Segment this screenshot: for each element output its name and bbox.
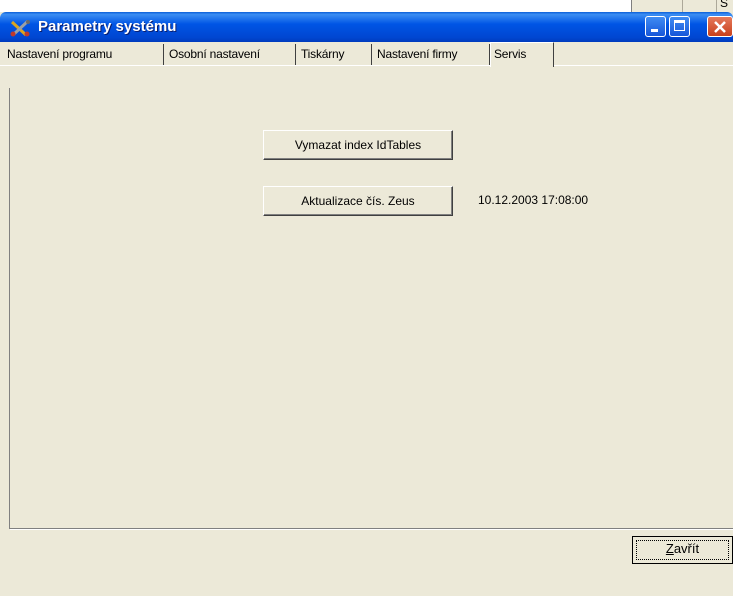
tab-label: Nastavení programu (7, 47, 113, 61)
background-window-text: S (720, 0, 729, 10)
tab-tiskarny[interactable]: Tiskárny (298, 44, 372, 65)
close-button[interactable]: Zavřít (632, 536, 733, 564)
maximize-icon (674, 20, 685, 31)
tab-osobni-nastaveni[interactable]: Osobní nastavení (166, 44, 296, 65)
panel-divider-bottom (10, 528, 733, 530)
window-title: Parametry systému (38, 18, 177, 35)
close-button-label: Zavřít (665, 541, 700, 556)
tab-nastaveni-programu[interactable]: Nastavení programu (4, 44, 164, 65)
background-cell-divider (682, 0, 683, 12)
close-icon (714, 21, 726, 33)
minimize-icon (651, 29, 658, 32)
tab-label: Nastavení firmy (377, 47, 458, 61)
tab-strip: Nastavení programu Osobní nastavení Tisk… (0, 42, 733, 67)
update-zeus-button[interactable]: Aktualizace čís. Zeus (263, 186, 453, 216)
title-bar[interactable]: Parametry systému (0, 12, 733, 42)
maximize-button[interactable] (669, 16, 690, 37)
background-cell-divider (716, 0, 717, 12)
tab-label: Tiskárny (301, 47, 345, 61)
servis-tab-panel: Vymazat index IdTables Aktualizace čís. … (0, 66, 733, 558)
tools-icon (10, 19, 32, 37)
minimize-button[interactable] (645, 16, 666, 37)
clear-index-button[interactable]: Vymazat index IdTables (263, 130, 453, 160)
system-parameters-dialog: Parametry systému Nastavení programu Oso… (0, 12, 733, 596)
panel-divider-left (9, 88, 10, 529)
tab-label: Osobní nastavení (169, 47, 260, 61)
close-window-button[interactable] (707, 16, 733, 37)
tab-nastaveni-firmy[interactable]: Nastavení firmy (374, 44, 490, 65)
tab-servis[interactable]: Servis (490, 42, 554, 67)
tab-label: Servis (494, 47, 527, 61)
update-timestamp: 10.12.2003 17:08:00 (478, 193, 589, 207)
